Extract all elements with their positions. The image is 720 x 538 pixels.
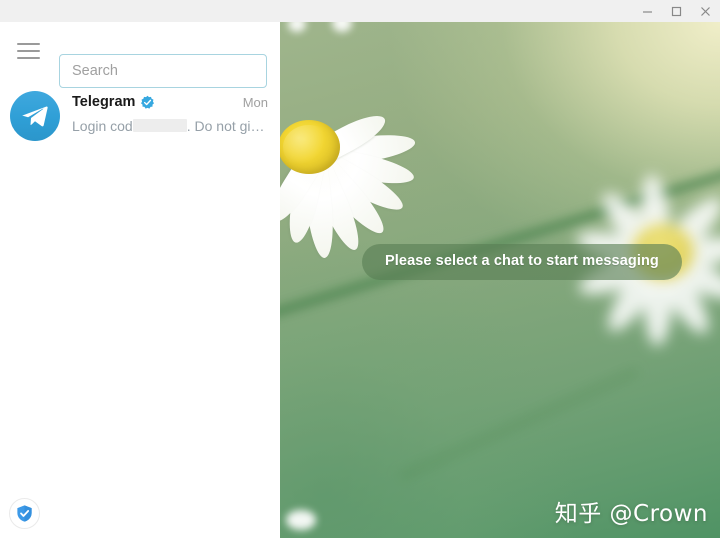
empty-state-message: Please select a chat to start messaging — [362, 244, 682, 280]
petal-tip — [332, 22, 352, 32]
search-input[interactable] — [72, 63, 254, 79]
avatar — [10, 91, 60, 141]
verified-badge-icon — [140, 95, 155, 110]
content-panel: Please select a chat to start messaging … — [280, 22, 720, 538]
petal-tip — [286, 510, 316, 530]
chat-timestamp: Mon — [237, 95, 268, 110]
minimize-button[interactable] — [633, 0, 662, 22]
main-daisy — [280, 44, 452, 274]
telegram-desktop-window: Telegram Mon Login cod . Do not gi… — [0, 0, 720, 538]
shield-check-icon — [15, 504, 34, 523]
telegram-plane-icon — [20, 101, 50, 131]
petal-tip — [288, 22, 306, 32]
tray-shield-badge[interactable] — [9, 498, 40, 529]
close-icon — [700, 6, 711, 17]
title-bar — [0, 0, 720, 22]
maximize-button[interactable] — [662, 0, 691, 22]
flower-stem-secondary — [398, 367, 640, 482]
chat-list-item-telegram[interactable]: Telegram Mon Login cod . Do not gi… — [0, 80, 280, 152]
sidebar: Telegram Mon Login cod . Do not gi… — [0, 22, 280, 538]
chat-preview-after: . Do not gi… — [187, 118, 265, 134]
chat-item-body: Telegram Mon Login cod . Do not gi… — [72, 92, 268, 137]
redacted-block — [133, 119, 187, 132]
chat-preview-before: Login cod — [72, 118, 133, 134]
background-photo: Please select a chat to start messaging … — [280, 22, 720, 538]
minimize-icon — [642, 6, 653, 17]
chat-list[interactable]: Telegram Mon Login cod . Do not gi… — [0, 80, 280, 538]
maximize-icon — [671, 6, 682, 17]
hamburger-menu-icon[interactable] — [14, 37, 43, 65]
watermark: 知乎 @Crown — [555, 494, 708, 528]
chat-title: Telegram — [72, 94, 135, 110]
close-button[interactable] — [691, 0, 720, 22]
chat-item-header: Telegram Mon — [72, 92, 268, 112]
sidebar-header — [0, 22, 280, 80]
chat-preview: Login cod . Do not gi… — [72, 118, 268, 137]
